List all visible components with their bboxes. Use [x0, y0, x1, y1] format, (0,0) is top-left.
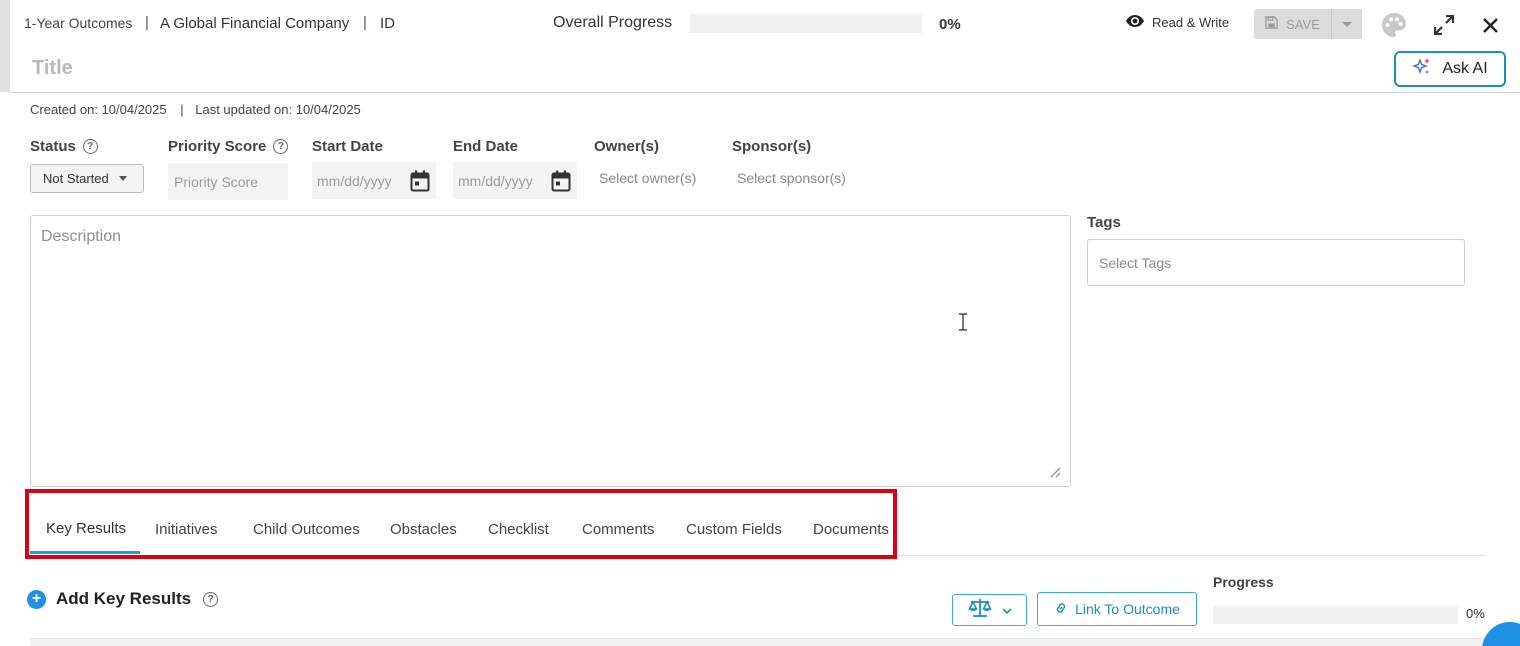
- overall-progress-percent: 0%: [939, 16, 961, 33]
- end-date-label: End Date: [453, 138, 519, 155]
- owners-label: Owner(s): [594, 138, 660, 155]
- ask-ai-button[interactable]: Ask AI: [1394, 51, 1506, 87]
- calendar-icon[interactable]: [410, 170, 430, 197]
- access-mode-toggle[interactable]: Read & Write: [1126, 15, 1229, 30]
- tab-key-results[interactable]: Key Results: [46, 520, 126, 537]
- palette-icon[interactable]: [1380, 11, 1408, 39]
- record-meta: Created on: 10/04/2025 | Last updated on…: [30, 102, 361, 117]
- start-date-picker: [312, 162, 436, 199]
- save-options-dropdown[interactable]: [1332, 9, 1362, 39]
- breadcrumb-id: ID: [380, 15, 395, 32]
- end-date-picker: [453, 162, 577, 199]
- tags-label: Tags: [1087, 214, 1121, 231]
- sponsors-label: Sponsor(s): [732, 138, 812, 155]
- owners-select[interactable]: Select owner(s): [599, 170, 696, 186]
- link-to-outcome-button[interactable]: Link To Outcome: [1037, 592, 1197, 626]
- status-label-text: Status: [30, 138, 76, 155]
- overall-progress-bar: [690, 14, 922, 33]
- created-on: Created on: 10/04/2025: [30, 102, 167, 117]
- chat-launcher-button[interactable]: [1482, 622, 1520, 646]
- sparkle-icon: [1412, 57, 1432, 82]
- priority-score-input[interactable]: [168, 163, 288, 200]
- breadcrumb-separator: |: [145, 14, 149, 31]
- priority-score-label-text: Priority Score: [168, 138, 267, 155]
- add-key-results[interactable]: + Add Key Results ?: [27, 589, 219, 609]
- weighting-dropdown[interactable]: [952, 594, 1027, 626]
- key-results-progress-bar: [1213, 606, 1458, 624]
- tab-child-outcomes[interactable]: Child Outcomes: [253, 521, 360, 538]
- description-textarea[interactable]: [30, 215, 1071, 487]
- save-button[interactable]: SAVE: [1254, 9, 1332, 39]
- tab-checklist[interactable]: Checklist: [488, 521, 549, 538]
- tags-select[interactable]: [1087, 239, 1465, 286]
- key-results-table-header: [30, 638, 1485, 646]
- status-value: Not Started: [43, 171, 109, 186]
- overall-progress-label: Overall Progress: [553, 14, 673, 31]
- start-date-input[interactable]: [312, 162, 406, 199]
- scale-icon: [967, 598, 992, 623]
- access-mode-label: Read & Write: [1152, 15, 1230, 30]
- ask-ai-label: Ask AI: [1442, 60, 1488, 77]
- breadcrumb-separator: |: [363, 14, 367, 31]
- eye-icon: [1126, 15, 1144, 30]
- key-results-progress-label: Progress: [1213, 574, 1274, 590]
- plus-icon[interactable]: +: [27, 589, 46, 609]
- end-date-input[interactable]: [453, 162, 547, 199]
- close-icon[interactable]: [1476, 11, 1504, 39]
- resize-grip-icon[interactable]: [1049, 465, 1061, 483]
- last-updated-on: Last updated on: 10/04/2025: [195, 102, 361, 117]
- expand-icon[interactable]: [1430, 11, 1458, 39]
- link-to-outcome-label: Link To Outcome: [1075, 601, 1180, 617]
- tab-obstacles[interactable]: Obstacles: [390, 521, 457, 538]
- start-date-label: Start Date: [312, 138, 383, 155]
- tab-custom-fields[interactable]: Custom Fields: [686, 521, 782, 538]
- meta-separator: |: [180, 102, 184, 117]
- link-icon: [1054, 601, 1068, 618]
- chevron-down-icon: [1342, 21, 1352, 27]
- tab-initiatives[interactable]: Initiatives: [155, 521, 218, 538]
- detail-header: 1-Year Outcomes | A Global Financial Com…: [10, 0, 1520, 93]
- priority-score-label: Priority Score ?: [168, 138, 289, 155]
- tab-comments[interactable]: Comments: [582, 521, 655, 538]
- left-accent-bar: [0, 0, 10, 92]
- save-button-group: SAVE: [1254, 9, 1372, 39]
- add-key-results-label: Add Key Results: [56, 589, 192, 608]
- help-icon[interactable]: ?: [203, 591, 219, 607]
- sponsors-select[interactable]: Select sponsor(s): [737, 170, 846, 186]
- calendar-icon[interactable]: [551, 170, 571, 197]
- help-icon[interactable]: ?: [273, 139, 289, 154]
- status-label: Status ?: [30, 138, 98, 155]
- title-field[interactable]: Title: [32, 57, 73, 80]
- text-cursor-icon: [958, 313, 968, 336]
- status-dropdown[interactable]: Not Started: [30, 164, 144, 193]
- save-label: SAVE: [1286, 16, 1320, 32]
- key-results-progress-percent: 0%: [1466, 606, 1485, 621]
- save-icon: [1265, 16, 1278, 32]
- breadcrumb-level[interactable]: 1-Year Outcomes: [24, 15, 132, 31]
- active-tab-indicator: [30, 551, 140, 554]
- tab-documents[interactable]: Documents: [813, 521, 889, 538]
- breadcrumb-company[interactable]: A Global Financial Company: [160, 15, 349, 32]
- help-icon[interactable]: ?: [82, 139, 98, 154]
- chevron-down-icon: [1001, 601, 1012, 619]
- chevron-down-icon: [118, 176, 127, 181]
